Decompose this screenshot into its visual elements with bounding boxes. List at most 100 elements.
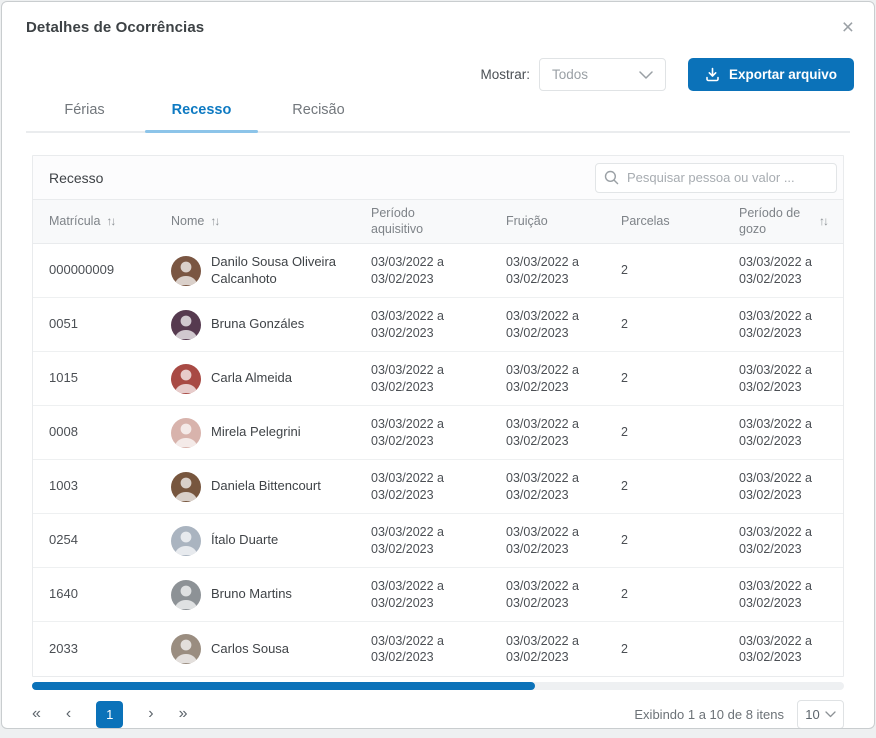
show-dropdown[interactable]: Todos: [539, 58, 666, 91]
prev-page-icon[interactable]: ‹: [66, 706, 71, 722]
first-page-icon[interactable]: «: [32, 706, 41, 722]
cell-parcelas: 2: [619, 586, 737, 602]
cell-parcelas: 2: [619, 641, 737, 657]
cell-periodo-aquisitivo: 03/03/2022 a 03/02/2023: [369, 578, 504, 611]
table-row[interactable]: 0008 Mirela Pelegrini 03/03/2022 a 03/02…: [33, 406, 843, 460]
scrollbar-thumb[interactable]: [32, 682, 535, 690]
column-header[interactable]: Matrícula ↑↓: [33, 214, 169, 230]
cell-matricula: 0051: [33, 316, 169, 333]
cell-fruicao: 03/03/2022 a 03/02/2023: [504, 362, 619, 395]
column-header[interactable]: Parcelas ↑↓: [619, 214, 737, 230]
download-icon: [705, 67, 720, 82]
table-row[interactable]: 0254 Ítalo Duarte 03/03/2022 a 03/02/202…: [33, 514, 843, 568]
table-row[interactable]: 1003 Daniela Bittencourt 03/03/2022 a 03…: [33, 460, 843, 514]
cell-periodo-aquisitivo: 03/03/2022 a 03/02/2023: [369, 254, 504, 287]
column-header-label: Nome: [171, 214, 204, 230]
cell-periodo-aquisitivo: 03/03/2022 a 03/02/2023: [369, 362, 504, 395]
column-header[interactable]: Período de gozo ↑↓: [737, 206, 849, 237]
cell-nome: Carla Almeida: [169, 364, 369, 394]
chevron-down-icon: [825, 711, 836, 718]
column-header-label: Parcelas: [621, 214, 670, 230]
tab[interactable]: Recisão: [260, 102, 377, 131]
cell-parcelas: 2: [619, 478, 737, 494]
table-row[interactable]: 1640 Bruno Martins 03/03/2022 a 03/02/20…: [33, 568, 843, 622]
tab-bar: Férias Recesso Recisão: [26, 102, 850, 133]
cell-parcelas: 2: [619, 316, 737, 332]
column-header-label: Fruição: [506, 214, 548, 230]
close-icon[interactable]: ×: [838, 19, 858, 37]
export-file-button[interactable]: Exportar arquivo: [688, 58, 854, 91]
cell-nome: Mirela Pelegrini: [169, 418, 369, 448]
cell-periodo-gozo: 03/03/2022 a 03/02/2023: [737, 578, 849, 611]
modal-header: Detalhes de Ocorrências ×: [2, 2, 874, 37]
cell-periodo-gozo: 03/03/2022 a 03/02/2023: [737, 254, 849, 287]
cell-periodo-gozo: 03/03/2022 a 03/02/2023: [737, 524, 849, 557]
pagination-info: Exibindo 1 a 10 de 8 itens 10: [634, 700, 844, 729]
items-summary: Exibindo 1 a 10 de 8 itens: [634, 707, 784, 722]
search-input[interactable]: [595, 163, 837, 193]
employee-name: Carla Almeida: [211, 370, 292, 387]
table-row[interactable]: 000000009 Danilo Sousa Oliveira Calcanho…: [33, 244, 843, 298]
cell-parcelas: 2: [619, 424, 737, 440]
sort-icon[interactable]: ↑↓: [210, 214, 218, 229]
cell-nome: Ítalo Duarte: [169, 526, 369, 556]
last-page-icon[interactable]: »: [179, 706, 188, 722]
tab[interactable]: Recesso: [143, 102, 260, 131]
column-header[interactable]: Período aquisitivo ↑↓: [369, 206, 504, 237]
employee-name: Mirela Pelegrini: [211, 424, 301, 441]
next-page-icon[interactable]: ›: [148, 706, 153, 722]
avatar: [171, 526, 201, 556]
page-size-dropdown[interactable]: 10: [797, 700, 844, 729]
column-header-label: Período de gozo: [739, 206, 813, 237]
current-page-button[interactable]: 1: [96, 701, 123, 728]
cell-periodo-aquisitivo: 03/03/2022 a 03/02/2023: [369, 633, 504, 666]
table-row[interactable]: 1015 Carla Almeida 03/03/2022 a 03/02/20…: [33, 352, 843, 406]
cell-parcelas: 2: [619, 370, 737, 386]
cell-periodo-aquisitivo: 03/03/2022 a 03/02/2023: [369, 470, 504, 503]
toolbar: Mostrar: Todos Exportar arquivo: [2, 58, 874, 91]
tab[interactable]: Férias: [26, 102, 143, 131]
page-title: Detalhes de Ocorrências: [26, 19, 204, 36]
search-icon: [604, 170, 619, 185]
cell-matricula: 0008: [33, 424, 169, 441]
column-header[interactable]: Nome ↑↓: [169, 214, 369, 230]
table-row[interactable]: 0051 Bruna Gonzáles 03/03/2022 a 03/02/2…: [33, 298, 843, 352]
export-file-label: Exportar arquivo: [729, 67, 837, 82]
employee-name: Daniela Bittencourt: [211, 478, 321, 495]
page-size-value: 10: [805, 707, 819, 722]
table-header-row: Matrícula ↑↓ Nome ↑↓ Período aquisitivo …: [33, 200, 843, 244]
tab-label: Recesso: [172, 102, 232, 118]
cell-periodo-gozo: 03/03/2022 a 03/02/2023: [737, 362, 849, 395]
cell-periodo-gozo: 03/03/2022 a 03/02/2023: [737, 633, 849, 666]
avatar: [171, 418, 201, 448]
cell-parcelas: 2: [619, 532, 737, 548]
avatar: [171, 310, 201, 340]
search-box: [595, 163, 837, 193]
column-header-label: Matrícula: [49, 214, 100, 230]
column-header[interactable]: Fruição ↑↓: [504, 214, 619, 230]
avatar: [171, 364, 201, 394]
sort-icon[interactable]: ↑↓: [106, 214, 114, 229]
chevron-down-icon: [639, 71, 653, 79]
cell-periodo-gozo: 03/03/2022 a 03/02/2023: [737, 470, 849, 503]
sort-icon[interactable]: ↑↓: [819, 214, 827, 229]
cell-nome: Bruna Gonzáles: [169, 310, 369, 340]
cell-matricula: 000000009: [33, 262, 169, 279]
tab-label: Recisão: [292, 102, 344, 118]
horizontal-scrollbar[interactable]: [32, 682, 844, 690]
cell-fruicao: 03/03/2022 a 03/02/2023: [504, 524, 619, 557]
cell-nome: Bruno Martins: [169, 580, 369, 610]
show-label: Mostrar:: [480, 67, 530, 82]
table-title-row: Recesso: [33, 156, 843, 200]
avatar: [171, 472, 201, 502]
cell-fruicao: 03/03/2022 a 03/02/2023: [504, 308, 619, 341]
cell-fruicao: 03/03/2022 a 03/02/2023: [504, 470, 619, 503]
table-title: Recesso: [49, 170, 103, 186]
cell-matricula: 2033: [33, 641, 169, 658]
occurrences-modal: Detalhes de Ocorrências × Mostrar: Todos…: [1, 1, 875, 729]
cell-parcelas: 2: [619, 262, 737, 278]
pagination-bar: « ‹ 1 › » Exibindo 1 a 10 de 8 itens 10: [32, 699, 844, 729]
cell-matricula: 1015: [33, 370, 169, 387]
table-row[interactable]: 2033 Carlos Sousa 03/03/2022 a 03/02/202…: [33, 622, 843, 676]
employee-name: Bruno Martins: [211, 586, 292, 603]
